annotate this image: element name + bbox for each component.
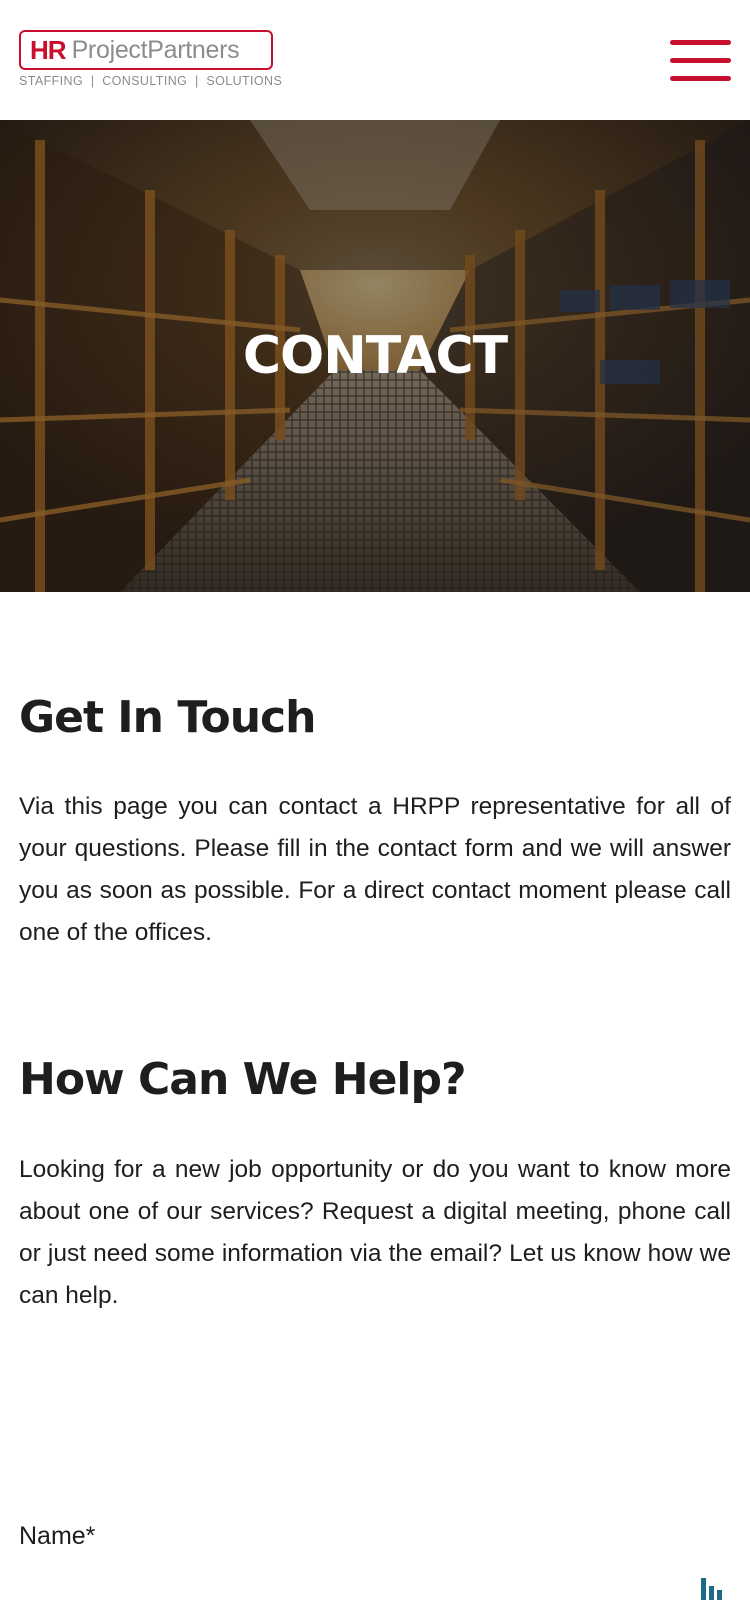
hamburger-menu-icon[interactable] (670, 38, 731, 84)
menu-bar-bottom (670, 76, 731, 81)
contact-form: Name* (19, 1522, 731, 1551)
menu-bar-middle (670, 58, 731, 63)
logo-name-text: ProjectPartners (71, 35, 240, 64)
get-in-touch-body: Via this page you can contact a HRPP rep… (19, 786, 731, 954)
site-header: HR ProjectPartners STAFFING | CONSULTING… (0, 0, 750, 120)
chat-widget-icon[interactable] (700, 1578, 724, 1600)
logo-tagline: STAFFING | CONSULTING | SOLUTIONS (19, 74, 283, 88)
hero-title: CONTACT (242, 326, 508, 386)
logo-hr-text: HR (30, 34, 67, 65)
logo-box: HR ProjectPartners (19, 30, 273, 70)
how-can-we-help-heading: How Can We Help? (19, 1054, 467, 1105)
hr-projectpartners-logo[interactable]: HR ProjectPartners STAFFING | CONSULTING… (19, 30, 283, 88)
get-in-touch-heading: Get In Touch (19, 692, 316, 743)
name-field-label: Name* (19, 1522, 96, 1550)
how-can-we-help-body: Looking for a new job opportunity or do … (19, 1149, 731, 1317)
menu-bar-top (670, 40, 731, 45)
hero-banner: CONTACT (0, 120, 750, 592)
get-in-touch-section: Get In Touch (19, 692, 731, 743)
get-in-touch-text: Via this page you can contact a HRPP rep… (19, 793, 731, 946)
how-can-we-help-text: Looking for a new job opportunity or do … (19, 1156, 731, 1309)
how-can-we-help-section: How Can We Help? (19, 1054, 731, 1105)
